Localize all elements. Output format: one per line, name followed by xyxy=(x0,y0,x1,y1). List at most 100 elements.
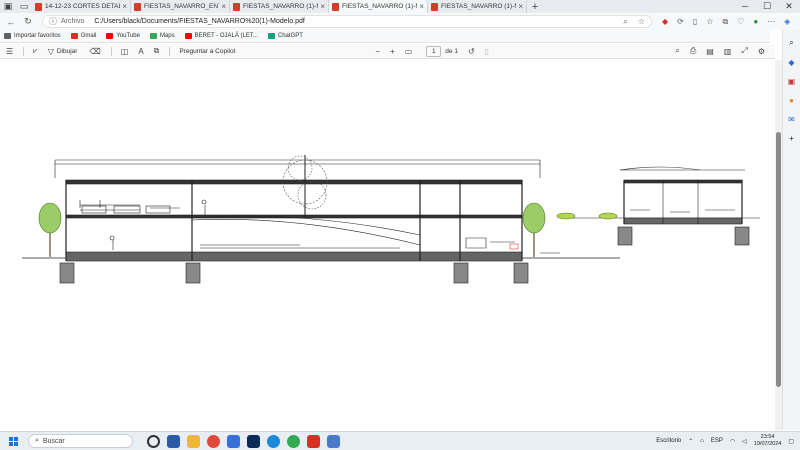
photoshop-icon[interactable] xyxy=(247,434,260,448)
workspaces-icon[interactable]: ▣ xyxy=(0,0,16,13)
favorite-star-icon[interactable]: ☆ xyxy=(638,17,645,27)
pdf-document-area[interactable] xyxy=(0,60,775,430)
close-window-icon[interactable]: ✕ xyxy=(778,1,800,12)
extension-icon[interactable]: ◆ xyxy=(662,17,668,27)
close-icon[interactable]: × xyxy=(518,2,523,11)
notifications-icon[interactable]: ▢ xyxy=(788,438,794,445)
page-number-input[interactable]: 1 xyxy=(426,45,442,57)
browser-tab-active[interactable]: FIESTAS_NAVARRO (1)-Modelo.p... × xyxy=(329,0,428,13)
wifi-icon[interactable]: ◠ xyxy=(730,438,735,445)
language-label[interactable]: ESP xyxy=(711,438,723,444)
origin-label: Archivo xyxy=(61,18,85,25)
zoom-in-button[interactable]: + xyxy=(390,47,395,56)
scrollbar-thumb[interactable] xyxy=(776,132,781,387)
tag-icon[interactable]: ◆ xyxy=(788,58,794,67)
network-icon[interactable]: ⌂ xyxy=(700,438,704,444)
taskbar-search[interactable]: ⌕ Buscar xyxy=(28,434,133,448)
task-view-icon[interactable] xyxy=(147,434,160,448)
split-screen-icon[interactable]: ▯ xyxy=(693,17,697,27)
draw-button[interactable]: Dibujar xyxy=(57,48,78,55)
favorites-icon[interactable]: ☆ xyxy=(706,17,713,27)
more-icon[interactable]: ⋯ xyxy=(767,17,775,27)
chevron-up-icon[interactable]: ⌃ xyxy=(688,438,693,445)
bookmark-item[interactable]: Importar favoritos xyxy=(4,33,61,39)
url-text[interactable]: C:/Users/black/Documents/FIESTAS_NAVARRO… xyxy=(94,18,304,25)
bookmark-item[interactable]: Gmail xyxy=(70,33,96,39)
close-icon[interactable]: × xyxy=(419,2,424,11)
search-icon[interactable]: ⌕ xyxy=(789,38,793,48)
toolbox-icon[interactable]: ▣ xyxy=(788,77,796,86)
file-explorer-icon[interactable] xyxy=(167,434,180,448)
page-view-icon[interactable]: ◫ xyxy=(121,47,129,56)
zoom-icon[interactable]: ⌕ xyxy=(623,17,627,27)
browser-tab[interactable]: FIESTAS_NAVARRO (1)-Modelo.p... × xyxy=(428,0,527,13)
draw-icon[interactable]: ▽ xyxy=(48,47,54,56)
address-bar[interactable]: ⓘ Archivo C:/Users/black/Documents/FIEST… xyxy=(42,15,652,28)
fit-page-icon[interactable]: ▭ xyxy=(405,47,413,56)
app-icon[interactable] xyxy=(227,434,240,448)
minimize-icon[interactable]: ─ xyxy=(734,1,756,12)
profile-icon[interactable]: ● xyxy=(753,17,758,27)
ask-copilot-button[interactable]: Preguntar a Copilot xyxy=(179,48,235,55)
save-icon[interactable]: ▤ xyxy=(706,47,714,56)
close-icon[interactable]: × xyxy=(320,2,325,11)
chrome-icon[interactable] xyxy=(207,434,220,448)
back-icon[interactable]: ← xyxy=(5,17,17,27)
desktop-label[interactable]: Escritorio xyxy=(656,438,681,444)
volume-icon[interactable]: ◁ xyxy=(742,438,747,445)
chrome-icon[interactable] xyxy=(287,434,300,448)
print-icon[interactable]: ⎙ xyxy=(690,46,696,56)
save-as-icon[interactable]: ▥ xyxy=(724,47,732,56)
acrobat-icon[interactable] xyxy=(307,434,320,448)
two-page-icon[interactable]: ▯ xyxy=(485,47,489,56)
vertical-scrollbar[interactable] xyxy=(775,60,782,430)
office-icon[interactable]: ● xyxy=(789,96,794,105)
bookmarks-bar: Importar favoritos Gmail YouTube Maps BE… xyxy=(0,30,770,43)
bookmark-item[interactable]: BERET - OJALÁ (LET... xyxy=(184,33,258,39)
eraser-icon[interactable]: ⌫ xyxy=(89,47,100,56)
browser-tab[interactable]: FIESTAS_NAVARRO (1)-Modelo.p... × xyxy=(230,0,329,13)
bookmark-item[interactable]: Maps xyxy=(149,33,175,39)
bookmark-item[interactable]: ChatGPT xyxy=(267,33,303,39)
translate-icon[interactable]: ⧉ xyxy=(154,46,160,56)
maximize-icon[interactable]: ☐ xyxy=(756,1,778,12)
bookmark-item[interactable]: YouTube xyxy=(106,33,140,39)
tab-bar: ▣ ▭ 14-12-23 CORTES DETALLADO... × FIEST… xyxy=(0,0,800,13)
bookmark-label: YouTube xyxy=(116,33,140,39)
pdf-icon xyxy=(35,2,42,11)
window-controls: ─ ☐ ✕ xyxy=(734,1,800,12)
collections-icon[interactable]: ⧉ xyxy=(722,17,728,27)
clock[interactable]: 23:54 19/07/2024 xyxy=(754,434,782,448)
app-icon[interactable] xyxy=(327,434,340,448)
zoom-out-button[interactable]: − xyxy=(375,47,380,56)
tab-label: FIESTAS_NAVARRO (1)-Modelo.p... xyxy=(441,3,516,10)
copilot-icon[interactable]: ◈ xyxy=(784,17,790,27)
browser-tab[interactable]: 14-12-23 CORTES DETALLADO... × xyxy=(32,0,131,13)
browser-essentials-icon[interactable]: ♡ xyxy=(737,17,744,27)
address-bar-row: ← ↻ ⓘ Archivo C:/Users/black/Documents/F… xyxy=(0,13,800,30)
refresh-icon[interactable]: ↻ xyxy=(22,16,34,27)
close-icon[interactable]: × xyxy=(122,2,127,11)
new-tab-button[interactable]: + xyxy=(527,1,543,13)
divider xyxy=(110,46,112,56)
clock-time: 23:54 xyxy=(760,434,775,440)
tab-actions-icon[interactable]: ▭ xyxy=(16,0,32,13)
info-icon[interactable]: ⓘ xyxy=(49,16,57,27)
close-icon[interactable]: × xyxy=(221,2,226,11)
outlook-icon[interactable]: ✉ xyxy=(788,115,795,124)
rotate-icon[interactable]: ↺ xyxy=(468,47,475,56)
add-icon[interactable]: + xyxy=(789,134,794,143)
browser-tab[interactable]: FIESTAS_NAVARRO_ENTREGA_F... × xyxy=(131,0,230,13)
search-icon[interactable]: ⌕ xyxy=(675,46,679,56)
refresh-extension-icon[interactable]: ⟳ xyxy=(677,17,684,27)
folder-icon[interactable] xyxy=(187,434,200,448)
settings-icon[interactable]: ⚙ xyxy=(758,47,765,56)
architectural-section-drawing xyxy=(22,155,760,284)
bookmark-label: BERET - OJALÁ (LET... xyxy=(194,33,258,39)
highlight-icon[interactable]: ⩗ xyxy=(33,46,38,56)
fullscreen-icon[interactable]: ⤢ xyxy=(741,46,747,56)
contents-icon[interactable]: ☰ xyxy=(6,47,13,56)
start-button[interactable] xyxy=(4,436,22,446)
edge-icon[interactable] xyxy=(267,434,280,448)
read-aloud-icon[interactable]: A xyxy=(138,47,143,56)
